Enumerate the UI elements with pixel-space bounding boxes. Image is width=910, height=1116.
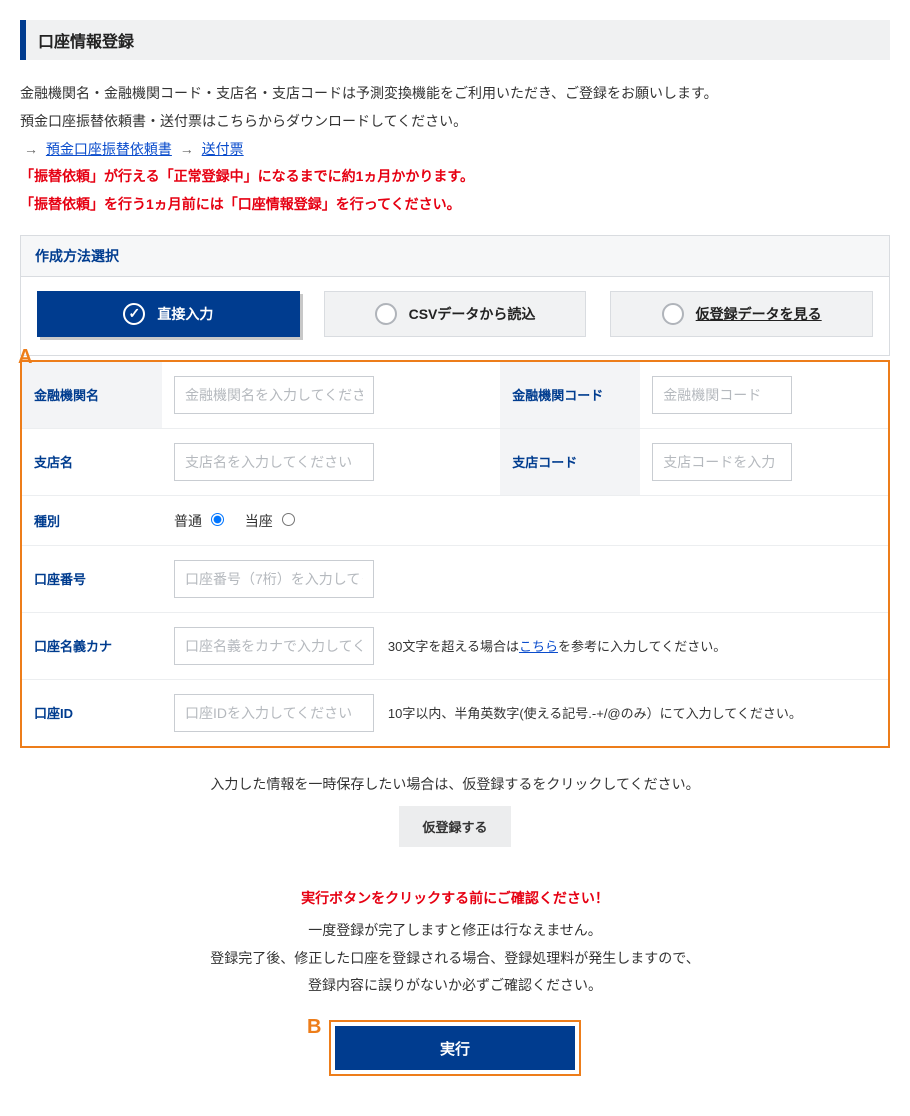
account-type-normal-radio[interactable] xyxy=(211,513,224,526)
label-account-id: 口座ID xyxy=(22,679,162,746)
warning-line-2: 「振替依頼」を行う1ヵ月前には「口座情報登録」を行ってください。 xyxy=(20,193,890,217)
account-type-current[interactable]: 当座 xyxy=(245,513,298,529)
confirm-warning-head: 実行ボタンをクリックする前にご確認ください！ xyxy=(20,887,890,911)
radio-label: 普通 xyxy=(174,513,202,529)
account-id-input[interactable] xyxy=(174,694,374,732)
warning-line-1: 「振替依頼」が行える「正常登録中」になるまでに約1ヵ月かかります。 xyxy=(20,165,890,189)
method-csv-import[interactable]: CSVデータから読込 xyxy=(324,291,587,337)
radio-icon xyxy=(375,303,397,325)
check-icon xyxy=(123,303,145,325)
account-type-current-radio[interactable] xyxy=(282,513,295,526)
download-links-line: → 預金口座振替依頼書 → 送付票 xyxy=(20,138,890,162)
save-hint-text: 入力した情報を一時保存したい場合は、仮登録するをクリックしてください。 xyxy=(20,774,890,794)
account-id-hint: 10字以内、半角英数字(使える記号.-+/@のみ）にて入力してください。 xyxy=(388,706,802,721)
method-panel-header: 作成方法選択 xyxy=(21,236,889,277)
radio-label: 当座 xyxy=(245,513,273,529)
account-name-kana-input[interactable] xyxy=(174,627,374,665)
bank-name-input[interactable] xyxy=(174,376,374,414)
bank-code-input[interactable] xyxy=(652,376,792,414)
label-bank-code: 金融機関コード xyxy=(500,362,640,429)
method-panel: 作成方法選択 直接入力 CSVデータから読込 仮登録データを見る xyxy=(20,235,890,356)
account-form: 金融機関名 金融機関コード 支店名 支店コード xyxy=(20,360,890,748)
intro-block: 金融機関名・金融機関コード・支店名・支店コードは予測変換機能をご利用いただき、ご… xyxy=(20,82,890,217)
confirm-line-2: 登録完了後、修正した口座を登録される場合、登録処理料が発生しますので、 xyxy=(20,947,890,971)
method-label: 仮登録データを見る xyxy=(696,304,822,324)
intro-line-2: 預金口座振替依頼書・送付票はこちらからダウンロードしてください。 xyxy=(20,110,890,134)
page-title: 口座情報登録 xyxy=(20,20,890,60)
account-type-normal[interactable]: 普通 xyxy=(174,513,231,529)
label-bank-name: 金融機関名 xyxy=(22,362,162,429)
method-label: CSVデータから読込 xyxy=(409,304,536,324)
label-branch-code: 支店コード xyxy=(500,428,640,495)
radio-icon xyxy=(662,303,684,325)
method-view-draft[interactable]: 仮登録データを見る xyxy=(610,291,873,337)
arrow-icon: → xyxy=(24,141,38,157)
confirm-line-1: 一度登録が完了しますと修正は行なえません。 xyxy=(20,919,890,943)
arrow-icon: → xyxy=(180,141,194,157)
branch-name-input[interactable] xyxy=(174,443,374,481)
submit-button-frame: 実行 xyxy=(329,1020,581,1076)
branch-code-input[interactable] xyxy=(652,443,792,481)
draft-save-button[interactable]: 仮登録する xyxy=(399,806,510,847)
account-name-hint: 30文字を超える場合はこちらを参考に入力してください。 xyxy=(388,639,726,654)
account-name-hint-link[interactable]: こちら xyxy=(519,639,558,654)
method-label: 直接入力 xyxy=(157,304,213,324)
intro-line-1: 金融機関名・金融機関コード・支店名・支店コードは予測変換機能をご利用いただき、ご… xyxy=(20,82,890,106)
account-number-input[interactable] xyxy=(174,560,374,598)
label-account-name-kana: 口座名義カナ xyxy=(22,612,162,679)
label-account-number: 口座番号 xyxy=(22,545,162,612)
method-direct-input[interactable]: 直接入力 xyxy=(37,291,300,337)
submit-button[interactable]: 実行 xyxy=(335,1026,575,1070)
label-branch-name: 支店名 xyxy=(22,428,162,495)
link-deposit-form[interactable]: 預金口座振替依頼書 xyxy=(46,141,172,157)
confirm-line-3: 登録内容に誤りがないか必ずご確認ください。 xyxy=(20,974,890,998)
label-account-type: 種別 xyxy=(22,495,162,545)
link-remittance-slip[interactable]: 送付票 xyxy=(202,141,244,157)
annotation-b: B xyxy=(307,1016,321,1039)
